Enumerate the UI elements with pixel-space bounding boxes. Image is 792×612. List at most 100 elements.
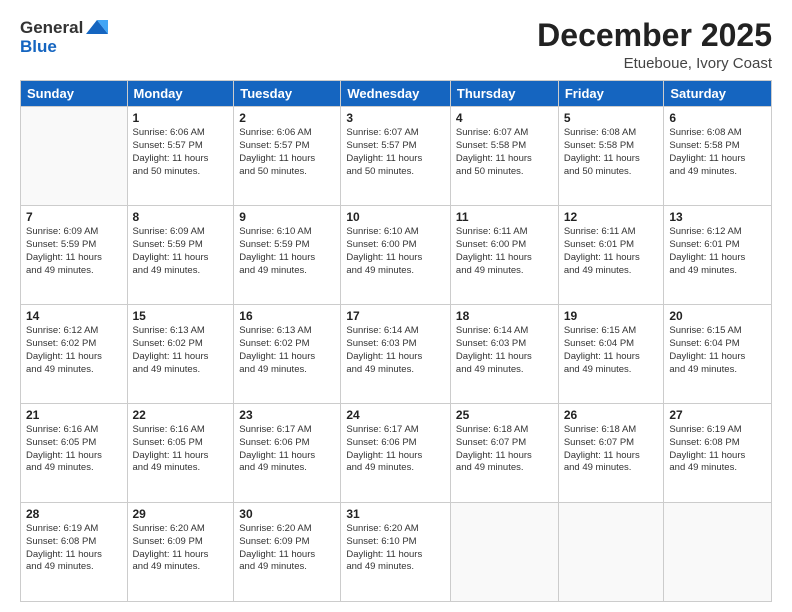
day-number: 31 [346,507,445,521]
calendar-cell: 22Sunrise: 6:16 AM Sunset: 6:05 PM Dayli… [127,404,234,503]
day-number: 11 [456,210,553,224]
day-info: Sunrise: 6:20 AM Sunset: 6:09 PM Dayligh… [133,523,229,574]
calendar-cell: 15 Sunrise: 6:13 AM Sunset: 6:02 PM Dayli… [127,305,234,404]
calendar-cell: 27 Sunrise: 6:19 AM Sunset: 6:08 PM Dayli… [664,404,772,503]
calendar-day-header: Thursday [450,81,558,107]
day-info: Sunrise: 6:20 AM Sunset: 6:09 PM Dayligh… [239,523,335,574]
logo-icon [86,16,108,38]
day-number: 20 [669,309,766,323]
logo-text: General Blue [20,18,108,57]
calendar-cell: 7Sunrise: 6:09 AM Sunset: 5:59 PM Daylig… [21,206,128,305]
day-number: 24 [346,408,445,422]
day-number: 18 [456,309,553,323]
day-info: Sunrise: 6:16 AM Sunset: 6:05 PM Dayligh… [133,424,229,475]
day-info: Sunrise: 6:07 AM Sunset: 5:57 PM Dayligh… [346,127,445,178]
day-info: Sunrise: 6:12 AM Sunset: 6:02 PM Dayligh… [26,325,122,376]
day-info: Sunrise: 6:20 AM Sunset: 6:10 PM Dayligh… [346,523,445,574]
day-number: 26 [564,408,659,422]
header: General Blue December 2025 Etueboue, Ivo… [20,18,772,72]
day-info: Sunrise: 6:14 AM Sunset: 6:03 PM Dayligh… [456,325,553,376]
day-number: 19 [564,309,659,323]
calendar-day-header: Friday [558,81,664,107]
calendar-cell: 11Sunrise: 6:11 AM Sunset: 6:00 PM Dayli… [450,206,558,305]
calendar-cell [21,107,128,206]
day-number: 28 [26,507,122,521]
day-info: Sunrise: 6:17 AM Sunset: 6:06 PM Dayligh… [346,424,445,475]
day-info: Sunrise: 6:18 AM Sunset: 6:07 PM Dayligh… [564,424,659,475]
calendar-week-row: 7 Sunrise: 6:09 AM Sunset: 5:59 PM Daylig… [21,206,772,305]
calendar-cell: 18 Sunrise: 6:14 AM Sunset: 6:03 PM Dayli… [450,305,558,404]
day-info: Sunrise: 6:10 AM Sunset: 6:00 PM Dayligh… [346,226,445,277]
day-number: 29 [133,507,229,521]
day-number: 13 [669,210,766,224]
day-info: Sunrise: 6:07 AM Sunset: 5:58 PM Dayligh… [456,127,553,178]
day-number: 9 [239,210,335,224]
calendar-cell: 28 Sunrise: 6:19 AM Sunset: 6:08 PM Dayli… [21,503,128,602]
page: General Blue December 2025 Etueboue, Ivo… [0,0,792,612]
day-info: Sunrise: 6:13 AM Sunset: 6:02 PM Dayligh… [239,325,335,376]
day-info: Sunrise: 6:18 AM Sunset: 6:07 PM Dayligh… [456,424,553,475]
day-number: 25 [456,408,553,422]
calendar-cell: 4Sunrise: 6:07 AM Sunset: 5:58 PM Daylig… [450,107,558,206]
calendar-cell: 29 Sunrise: 6:20 AM Sunset: 6:09 PM Dayli… [127,503,234,602]
calendar-cell: 20 Sunrise: 6:15 AM Sunset: 6:04 PM Dayli… [664,305,772,404]
calendar-cell: 12Sunrise: 6:11 AM Sunset: 6:01 PM Dayli… [558,206,664,305]
day-number: 6 [669,111,766,125]
calendar-day-header: Saturday [664,81,772,107]
calendar-cell: 2 Sunrise: 6:06 AM Sunset: 5:57 PM Daylig… [234,107,341,206]
logo-general: General [20,19,83,38]
day-info: Sunrise: 6:09 AM Sunset: 5:59 PM Dayligh… [133,226,229,277]
day-number: 30 [239,507,335,521]
day-info: Sunrise: 6:19 AM Sunset: 6:08 PM Dayligh… [26,523,122,574]
calendar-day-header: Sunday [21,81,128,107]
logo-blue: Blue [20,38,108,57]
calendar-cell: 24 Sunrise: 6:17 AM Sunset: 6:06 PM Dayli… [341,404,451,503]
calendar-table: SundayMondayTuesdayWednesdayThursdayFrid… [20,80,772,602]
calendar-week-row: 28 Sunrise: 6:19 AM Sunset: 6:08 PM Dayli… [21,503,772,602]
calendar-day-header: Monday [127,81,234,107]
day-info: Sunrise: 6:13 AM Sunset: 6:02 PM Dayligh… [133,325,229,376]
calendar-cell [558,503,664,602]
calendar-week-row: 1 Sunrise: 6:06 AM Sunset: 5:57 PM Daylig… [21,107,772,206]
day-info: Sunrise: 6:14 AM Sunset: 6:03 PM Dayligh… [346,325,445,376]
day-info: Sunrise: 6:15 AM Sunset: 6:04 PM Dayligh… [669,325,766,376]
day-info: Sunrise: 6:08 AM Sunset: 5:58 PM Dayligh… [669,127,766,178]
calendar-cell: 30 Sunrise: 6:20 AM Sunset: 6:09 PM Dayli… [234,503,341,602]
calendar-cell: 23 Sunrise: 6:17 AM Sunset: 6:06 PM Dayli… [234,404,341,503]
calendar-cell: 13 Sunrise: 6:12 AM Sunset: 6:01 PM Dayli… [664,206,772,305]
day-info: Sunrise: 6:17 AM Sunset: 6:06 PM Dayligh… [239,424,335,475]
calendar-week-row: 14Sunrise: 6:12 AM Sunset: 6:02 PM Dayli… [21,305,772,404]
day-number: 15 [133,309,229,323]
day-number: 7 [26,210,122,224]
title-block: December 2025 Etueboue, Ivory Coast [537,18,772,72]
day-info: Sunrise: 6:06 AM Sunset: 5:57 PM Dayligh… [239,127,335,178]
calendar-cell: 14Sunrise: 6:12 AM Sunset: 6:02 PM Dayli… [21,305,128,404]
day-info: Sunrise: 6:08 AM Sunset: 5:58 PM Dayligh… [564,127,659,178]
day-info: Sunrise: 6:19 AM Sunset: 6:08 PM Dayligh… [669,424,766,475]
calendar-cell: 5Sunrise: 6:08 AM Sunset: 5:58 PM Daylig… [558,107,664,206]
day-info: Sunrise: 6:06 AM Sunset: 5:57 PM Dayligh… [133,127,229,178]
location-subtitle: Etueboue, Ivory Coast [537,55,772,72]
day-info: Sunrise: 6:10 AM Sunset: 5:59 PM Dayligh… [239,226,335,277]
day-number: 1 [133,111,229,125]
day-number: 23 [239,408,335,422]
calendar-cell: 26 Sunrise: 6:18 AM Sunset: 6:07 PM Dayli… [558,404,664,503]
calendar-cell: 9 Sunrise: 6:10 AM Sunset: 5:59 PM Daylig… [234,206,341,305]
day-info: Sunrise: 6:12 AM Sunset: 6:01 PM Dayligh… [669,226,766,277]
calendar-cell: 31 Sunrise: 6:20 AM Sunset: 6:10 PM Dayli… [341,503,451,602]
day-number: 27 [669,408,766,422]
calendar-cell: 10 Sunrise: 6:10 AM Sunset: 6:00 PM Dayli… [341,206,451,305]
calendar-cell: 8Sunrise: 6:09 AM Sunset: 5:59 PM Daylig… [127,206,234,305]
calendar-cell [664,503,772,602]
calendar-cell: 21Sunrise: 6:16 AM Sunset: 6:05 PM Dayli… [21,404,128,503]
calendar-cell: 19 Sunrise: 6:15 AM Sunset: 6:04 PM Dayli… [558,305,664,404]
calendar-cell: 1 Sunrise: 6:06 AM Sunset: 5:57 PM Daylig… [127,107,234,206]
day-info: Sunrise: 6:15 AM Sunset: 6:04 PM Dayligh… [564,325,659,376]
calendar-cell: 6 Sunrise: 6:08 AM Sunset: 5:58 PM Daylig… [664,107,772,206]
calendar-cell: 3Sunrise: 6:07 AM Sunset: 5:57 PM Daylig… [341,107,451,206]
day-number: 10 [346,210,445,224]
calendar-cell: 16Sunrise: 6:13 AM Sunset: 6:02 PM Dayli… [234,305,341,404]
calendar-week-row: 21Sunrise: 6:16 AM Sunset: 6:05 PM Dayli… [21,404,772,503]
month-title: December 2025 [537,18,772,53]
day-number: 2 [239,111,335,125]
